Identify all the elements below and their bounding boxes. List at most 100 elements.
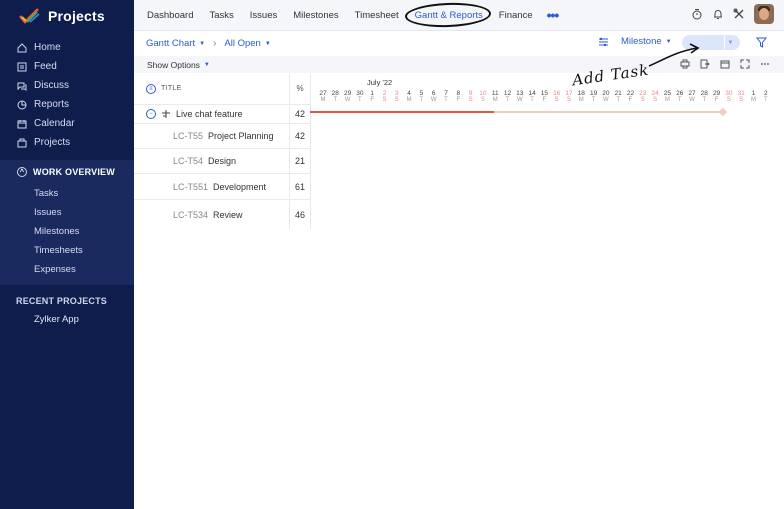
sidebar-item-issues[interactable]: Issues <box>0 203 134 222</box>
timeline-day-letter: W <box>689 97 695 103</box>
timeline-day-number: 31 <box>737 90 745 97</box>
task-percent: 21 <box>289 149 310 173</box>
more-icon[interactable] <box>760 59 770 69</box>
sidebar-item-reports[interactable]: Reports <box>0 95 134 114</box>
timeline-day-letter: M <box>492 97 498 103</box>
task-id: LC-T551 <box>173 181 209 192</box>
timeline-day-letter: S <box>726 97 731 103</box>
tab-dashboard[interactable]: Dashboard <box>139 10 201 21</box>
sidebar-item-timesheets[interactable]: Timesheets <box>0 241 134 260</box>
caret-down-icon: ▼ <box>203 61 210 68</box>
collapse-icon[interactable]: − <box>146 109 156 119</box>
timeline-day-number: 4 <box>407 90 411 97</box>
timeline-day-number: 9 <box>468 90 473 97</box>
projects-logo-icon <box>19 8 40 24</box>
sidebar-item-label: Feed <box>34 61 57 72</box>
timeline-day-number: 2 <box>382 90 387 97</box>
sidebar: Projects Home Feed Discuss Reports Calen… <box>0 0 134 509</box>
task-title-cell: LC-T54 Design <box>134 156 289 166</box>
sidebar-item-milestones[interactable]: Milestones <box>0 222 134 241</box>
tab-milestones[interactable]: Milestones <box>285 10 346 21</box>
table-row[interactable]: LC-T54 Design 21 <box>134 149 310 174</box>
task-name: Design <box>208 156 237 166</box>
caret-down-icon: ▼ <box>264 40 271 47</box>
task-name: Development <box>213 181 267 192</box>
task-percent: 42 <box>289 124 310 148</box>
timeline-day-number: 16 <box>553 90 561 97</box>
timeline-day-letter: M <box>578 97 584 103</box>
work-overview-toggle[interactable]: ^ WORK OVERVIEW <box>0 160 134 184</box>
brand-name: Projects <box>48 8 105 24</box>
timeline-day-letter: F <box>370 97 375 103</box>
timeline-day-number: 19 <box>589 90 598 97</box>
group-by-icon <box>599 37 608 46</box>
timeline-day-letter: T <box>677 97 682 103</box>
gantt-bar-end-marker <box>718 107 728 117</box>
timeline-day-number: 25 <box>663 90 671 97</box>
table-row[interactable]: LC-T55 Project Planning 42 <box>134 124 310 149</box>
tools-icon[interactable] <box>733 8 745 20</box>
timeline-day-number: 22 <box>626 90 635 97</box>
timeline-day-number: 5 <box>419 90 424 97</box>
timeline-day-letter: W <box>344 97 351 103</box>
avatar[interactable] <box>754 4 774 24</box>
view-dropdown[interactable]: Gantt Chart ▼ <box>146 38 205 49</box>
timeline-day-number: 18 <box>577 90 585 97</box>
gantt-grid: ≡ TITLE % − Live chat feature 42 LC-T55 … <box>134 73 784 509</box>
show-options-button[interactable]: Show Options ▼ <box>134 60 210 70</box>
tab-gantt-reports[interactable]: Gantt & Reports <box>404 1 492 28</box>
bell-icon[interactable] <box>712 8 724 20</box>
parent-percent: 42 <box>289 105 310 123</box>
table-row[interactable]: LC-T534 Review 46 <box>134 200 310 229</box>
timeline-day-letter: T <box>419 97 424 103</box>
sidebar-item-projects[interactable]: Projects <box>0 133 134 152</box>
title-header-label: TITLE <box>161 85 182 92</box>
sidebar-item-expenses[interactable]: Expenses <box>0 260 134 279</box>
timeline-day-letter: M <box>320 97 326 103</box>
expand-all-icon[interactable]: ≡ <box>146 83 156 94</box>
tab-issues[interactable]: Issues <box>242 10 285 21</box>
sidebar-item-tasks[interactable]: Tasks <box>0 184 134 203</box>
tab-timesheet[interactable]: Timesheet <box>347 10 407 21</box>
show-options-label: Show Options <box>147 59 200 70</box>
brand[interactable]: Projects <box>0 0 134 32</box>
timeline-day-number: 15 <box>540 90 548 97</box>
home-icon <box>17 42 27 52</box>
timeline-day-letter: S <box>554 97 559 103</box>
timeline-day-letter: S <box>394 97 399 103</box>
timeline-day-number: 26 <box>676 90 684 97</box>
timeline-day-letter: F <box>714 97 719 103</box>
gantt-bar-progress[interactable] <box>310 111 494 113</box>
timeline-day-number: 23 <box>639 90 647 97</box>
timeline-day-letter: M <box>751 97 756 103</box>
sidebar-item-home[interactable]: Home <box>0 38 134 57</box>
timeline-day-number: 6 <box>431 90 436 97</box>
filter-dropdown[interactable]: All Open ▼ <box>224 38 270 49</box>
timeline-day-number: 11 <box>491 90 499 97</box>
work-overview-section: ^ WORK OVERVIEW Tasks Issues Milestones … <box>0 160 134 285</box>
fullscreen-icon[interactable] <box>740 59 750 69</box>
calendar-view-icon[interactable] <box>720 59 730 69</box>
timeline-day-letter: T <box>591 97 596 103</box>
tab-finance[interactable]: Finance <box>491 10 541 21</box>
sidebar-item-label: Reports <box>34 99 70 110</box>
discuss-icon <box>17 82 27 91</box>
more-tabs-button[interactable]: ••• <box>541 7 565 23</box>
feed-icon <box>17 62 27 71</box>
gantt-bar-remaining[interactable] <box>494 111 722 113</box>
table-row[interactable]: LC-T551 Development 61 <box>134 174 310 200</box>
task-title-cell: LC-T534 Review <box>134 210 289 220</box>
sidebar-item-discuss[interactable]: Discuss <box>0 76 134 95</box>
recent-project-item[interactable]: Zylker App <box>0 309 134 330</box>
timeline-day-number: 7 <box>444 90 448 97</box>
sidebar-item-feed[interactable]: Feed <box>0 57 134 76</box>
recent-projects-heading: RECENT PROJECTS <box>16 295 108 306</box>
table-row[interactable]: − Live chat feature 42 <box>134 105 310 124</box>
timeline-day-letter: T <box>444 97 448 103</box>
task-name: Review <box>213 209 243 220</box>
filter-icon[interactable] <box>756 37 767 48</box>
sidebar-item-calendar[interactable]: Calendar <box>0 114 134 133</box>
tab-tasks[interactable]: Tasks <box>201 10 241 21</box>
timer-icon[interactable] <box>691 8 703 20</box>
task-percent: 61 <box>289 174 310 199</box>
